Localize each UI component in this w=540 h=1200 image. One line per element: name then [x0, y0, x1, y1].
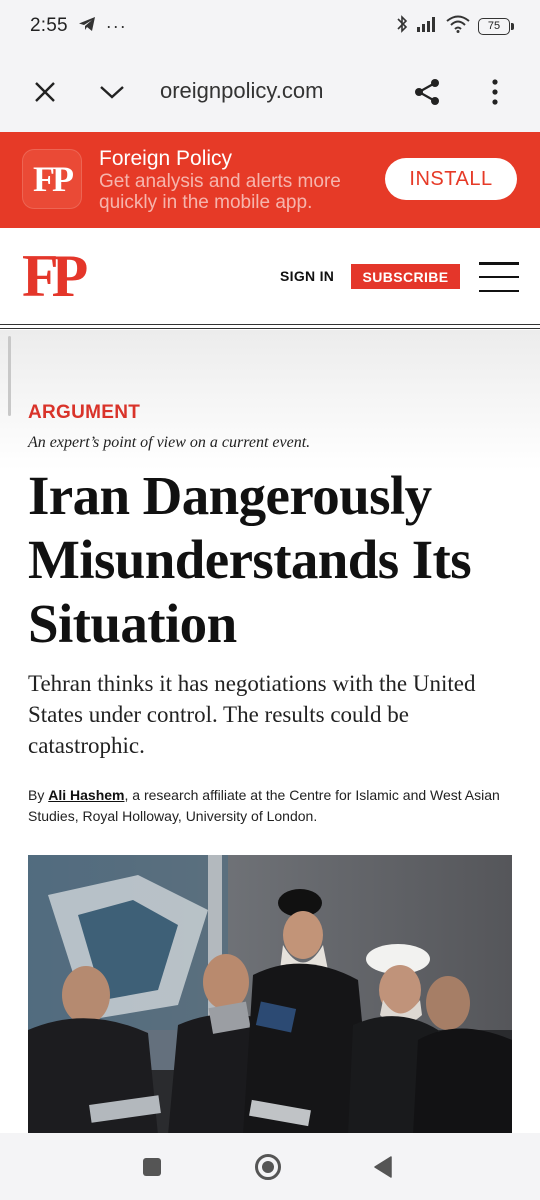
back-button[interactable] — [363, 1147, 403, 1187]
status-bar: 2:55 ··· 75 — [0, 0, 540, 52]
recents-square-icon — [143, 1158, 161, 1176]
hamburger-icon-bar — [479, 275, 519, 279]
back-triangle-icon — [374, 1156, 392, 1178]
share-icon — [415, 79, 439, 105]
app-logo: FP — [22, 149, 82, 209]
sign-in-link[interactable]: SIGN IN — [280, 268, 334, 284]
minimize-button[interactable] — [90, 70, 134, 114]
article: ARGUMENT An expert’s point of view on a … — [0, 330, 540, 1133]
article-photo — [28, 855, 512, 1133]
hamburger-icon-bar — [479, 262, 519, 265]
bluetooth-icon — [396, 14, 408, 39]
status-more-dots: ··· — [105, 15, 127, 36]
hamburger-icon-bar — [479, 289, 519, 292]
battery-icon: 75 — [478, 17, 514, 35]
wifi-icon — [446, 15, 470, 38]
browser-toolbar: oreignpolicy.com — [0, 52, 540, 132]
home-button[interactable] — [248, 1147, 288, 1187]
article-headline: Iran Dangerously Misunderstands Its Situ… — [28, 465, 472, 654]
url-text[interactable]: oreignpolicy.com — [160, 78, 323, 104]
install-button[interactable]: INSTALL — [385, 158, 517, 200]
share-button[interactable] — [405, 70, 449, 114]
chevron-down-icon — [100, 86, 124, 99]
status-left: 2:55 ··· — [30, 15, 127, 37]
app-banner-subtitle: Get analysis and alerts more quickly in … — [99, 171, 341, 213]
status-time: 2:55 — [30, 15, 68, 36]
article-byline: By Ali Hashem, a research affiliate at t… — [28, 785, 518, 827]
battery-level: 75 — [478, 17, 510, 35]
article-kicker-description: An expert’s point of view on a current e… — [28, 434, 311, 451]
more-vert-icon — [492, 79, 498, 105]
app-logo-text: FP — [33, 159, 74, 199]
close-icon — [35, 82, 55, 102]
home-circle-icon — [255, 1154, 281, 1180]
byline-prefix: By — [28, 787, 49, 803]
menu-button[interactable] — [479, 262, 519, 292]
author-link[interactable]: Ali Hashem — [48, 787, 124, 803]
telegram-icon — [78, 16, 96, 37]
header-divider — [0, 324, 540, 329]
close-tab-button[interactable] — [23, 70, 67, 114]
subscribe-button[interactable]: SUBSCRIBE — [351, 264, 460, 289]
site-logo[interactable]: FP — [22, 246, 88, 306]
signal-icon — [416, 16, 438, 37]
system-nav-bar — [0, 1133, 540, 1200]
status-right: 75 — [396, 14, 514, 39]
scroll-indicator[interactable] — [8, 336, 11, 416]
article-kicker[interactable]: ARGUMENT — [28, 402, 140, 424]
article-photo-image — [28, 855, 512, 1133]
recents-button[interactable] — [132, 1147, 172, 1187]
site-header: FP SIGN IN SUBSCRIBE — [0, 228, 540, 329]
app-banner-title: Foreign Policy — [99, 147, 233, 170]
article-dek: Tehran thinks it has negotiations with t… — [28, 671, 476, 758]
more-options-button[interactable] — [473, 70, 517, 114]
